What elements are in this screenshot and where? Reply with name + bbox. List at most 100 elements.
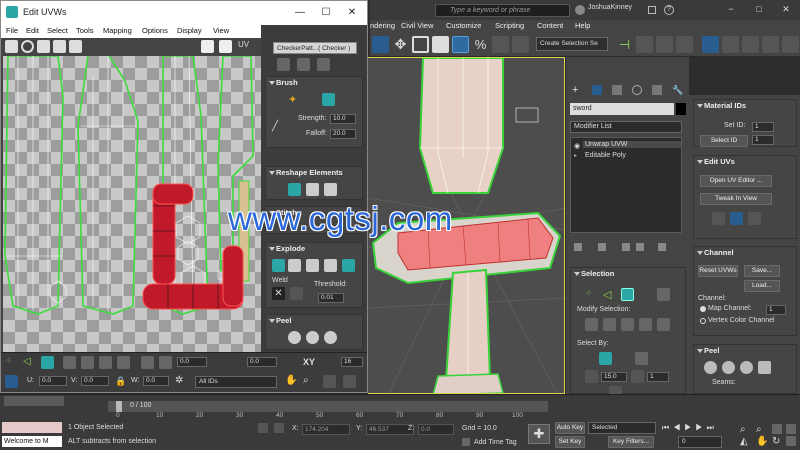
maximize-viewport-icon[interactable] [786,436,796,446]
menu-customize[interactable]: Customize [446,21,481,30]
select-by-element-icon[interactable] [599,352,612,365]
u-spinner[interactable]: 0.0 [39,376,67,386]
explode-material-icon[interactable] [342,259,355,272]
channel-header[interactable]: Channel [694,247,796,259]
curve-editor-icon[interactable] [722,36,739,53]
uv-soft-select-icon[interactable] [159,356,172,369]
uv-menu-display[interactable]: Display [177,26,202,35]
smgrp-spinner[interactable]: 1 [647,372,669,382]
set-key-button[interactable]: Set Key [555,436,585,448]
menu-content[interactable]: Content [537,21,563,30]
vertex-color-radio[interactable] [700,318,706,324]
snowflake-icon[interactable]: ✲ [175,375,183,386]
pin-icon[interactable] [758,361,771,374]
uv-vertex-icon[interactable]: ⁘ [5,356,18,369]
eye-icon[interactable]: ◉ [574,142,580,150]
uv-close-icon[interactable]: ✕ [339,5,365,20]
uv-polygon-icon[interactable] [41,356,54,369]
map-channel-radio[interactable] [700,306,706,312]
x-coordinate[interactable]: 174.204 [302,424,350,435]
relax-icon-2[interactable] [324,183,337,196]
move-icon[interactable]: ✥ [392,36,409,53]
z-coordinate[interactable]: 0.0 [418,424,454,435]
load-button[interactable]: Load... [744,280,780,292]
uv-mirror-icon[interactable] [69,40,82,53]
open-uv-editor-button[interactable]: Open UV Editor ... [700,175,772,187]
strength-spinner[interactable]: 10.0 [330,114,356,124]
uv-shrink-icon[interactable] [99,356,112,369]
make-unique-icon[interactable] [622,243,630,251]
quick-peel-icon[interactable] [712,212,725,225]
uv-falloff-b-spinner[interactable]: 0.0 [247,357,277,367]
uv-grid-toggle-icon[interactable] [219,40,232,53]
loop-icon[interactable] [639,318,652,331]
smgrp-icon[interactable] [631,370,644,383]
pelt-icon[interactable] [722,361,735,374]
menu-scripting[interactable]: Scripting [495,21,524,30]
uv-grow-icon[interactable] [81,356,94,369]
align-icon[interactable] [636,36,653,53]
relax-brush-icon[interactable] [322,93,335,106]
utilities-tab-icon[interactable]: 🔧 [672,85,683,95]
element-mode-icon[interactable] [657,288,670,301]
straighten-icon[interactable] [288,183,301,196]
create-tab-icon[interactable]: + [572,85,582,96]
grow-icon[interactable] [585,318,598,331]
time-tag-icon[interactable] [462,438,470,446]
menu-civil-view[interactable]: Civil View [401,21,433,30]
current-frame-field[interactable]: 0 [678,436,722,448]
weld-target-icon[interactable] [290,287,303,300]
configure-sets-icon[interactable] [658,243,666,251]
isolate-icon[interactable] [258,423,268,433]
uv-freeform-icon[interactable] [53,40,66,53]
close-icon[interactable]: ✕ [775,2,797,16]
map-channel-spinner[interactable]: 1 [766,305,786,315]
uv-maximize-icon[interactable]: ☐ [313,5,339,20]
selection-lock-icon[interactable] [274,423,284,433]
select-tool-icon[interactable] [372,36,389,53]
layer-icon[interactable] [656,36,673,53]
align-h-icon[interactable] [277,58,290,71]
quick-map-icon[interactable] [748,212,761,225]
maximize-icon[interactable]: □ [748,2,770,16]
auto-key-button[interactable]: Auto Key [555,422,585,434]
flatten-icon[interactable] [306,259,319,272]
zoom-viewport-icon[interactable]: ⌕ [740,424,746,435]
selection-header[interactable]: Selection [571,268,685,280]
zoom-all-icon[interactable]: ⌕ [756,424,762,435]
zoom-extents-icon[interactable] [343,375,356,388]
user-name[interactable]: JoshuaKinney [588,4,632,11]
toggle-ribbon-icon[interactable] [702,36,719,53]
display-tab-icon[interactable] [652,85,662,95]
pan-hand-icon[interactable]: ✋ [285,375,297,386]
uv-move-icon[interactable] [5,40,18,53]
w-spinner[interactable]: 0.0 [143,376,169,386]
uv-menu-select[interactable]: Select [47,26,68,35]
peel-mode-icon[interactable] [704,361,717,374]
render-icon[interactable] [782,36,799,53]
uv-menu-file[interactable]: File [6,26,18,35]
uv-absolute-mode-icon[interactable] [5,375,18,388]
peel-header-right[interactable]: Peel [694,345,796,357]
reshape-header[interactable]: Reshape Elements [266,167,362,179]
field-of-view-icon[interactable]: ◭ [740,436,748,447]
uv-checker-toggle-icon[interactable] [201,40,214,53]
modifier-list-dropdown[interactable]: Modifier List [570,121,682,133]
key-selection-dropdown[interactable]: Selected [588,422,656,434]
brush-line-icon[interactable]: ╱ [272,121,285,134]
material-ids-header[interactable]: Material IDs [694,100,796,112]
pan-view-icon[interactable]: ✋ [756,436,768,447]
time-slider-thumb[interactable] [116,401,122,412]
uv-menu-options[interactable]: Options [142,26,168,35]
explode-header[interactable]: Explode [266,243,362,255]
material-editor-icon[interactable] [742,36,759,53]
uv-menu-edit[interactable]: Edit [26,26,39,35]
falloff-spinner[interactable]: 20.0 [330,129,356,139]
help-icon[interactable]: ? [664,5,674,15]
search-input[interactable]: Type a keyword or phrase [435,4,570,17]
select-id-button[interactable]: Select ID [700,135,748,147]
uv-minimize-icon[interactable]: — [287,5,313,20]
explode-smoothing-icon[interactable] [324,259,337,272]
uv-edge-icon[interactable]: ◁ [23,356,36,369]
show-end-result-icon[interactable] [598,243,606,251]
